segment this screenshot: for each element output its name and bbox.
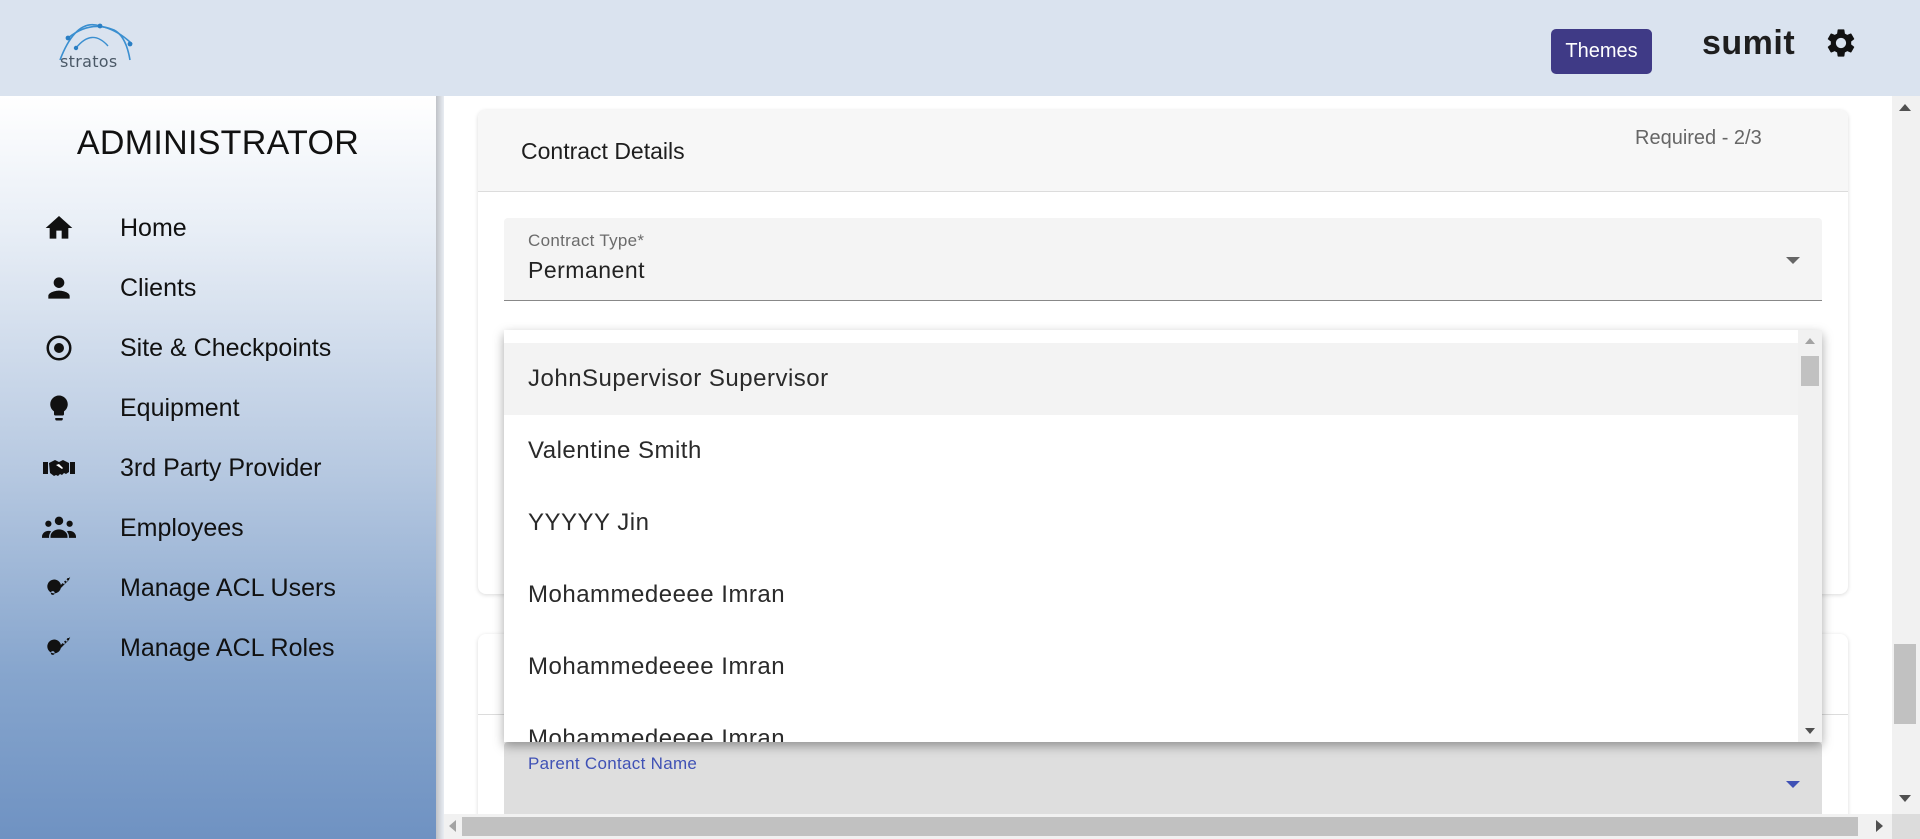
dropdown-scrollbar[interactable] — [1798, 330, 1822, 742]
sidebar-item-home[interactable]: Home — [0, 204, 436, 252]
dropdown-option[interactable]: Mohammedeeee Imran — [504, 631, 1798, 703]
lightbulb-icon — [42, 391, 76, 425]
scroll-left-icon[interactable] — [449, 820, 456, 832]
sidebar-item-manage-acl-roles[interactable]: Manage ACL Roles — [0, 624, 436, 672]
sidebar-item-clients[interactable]: Clients — [0, 264, 436, 312]
sidebar-item-label: 3rd Party Provider — [120, 453, 322, 482]
sidebar-item-label: Home — [120, 213, 187, 242]
person-icon — [42, 271, 76, 305]
home-icon — [42, 211, 76, 245]
sidebar-item-label: Equipment — [120, 393, 240, 422]
dropdown-option[interactable]: YYYYY Jin — [504, 487, 1798, 559]
parent-contact-name-select[interactable]: Parent Contact Name — [504, 742, 1822, 822]
scroll-down-icon[interactable] — [1805, 728, 1815, 734]
sidebar-item-employees[interactable]: Employees — [0, 504, 436, 552]
sidebar-item-manage-acl-users[interactable]: Manage ACL Users — [0, 564, 436, 612]
contract-type-label: Contract Type* — [528, 231, 645, 250]
sidebar-shadow — [436, 96, 444, 839]
dropdown-option[interactable]: Mohammedeeee Imran — [504, 559, 1798, 631]
sidebar-item-label: Clients — [120, 273, 197, 302]
parent-contact-name-label: Parent Contact Name — [528, 754, 698, 773]
page-vertical-scroll-thumb[interactable] — [1894, 644, 1916, 724]
page-horizontal-scroll-thumb[interactable] — [462, 817, 1858, 836]
target-icon — [42, 331, 76, 365]
scroll-down-icon[interactable] — [1899, 795, 1911, 802]
contract-type-select[interactable]: Contract Type* Permanent — [504, 218, 1822, 301]
sidebar-item-label: Employees — [120, 513, 244, 542]
logo-text: stratos — [60, 52, 118, 71]
dropdown-scroll-thumb[interactable] — [1801, 356, 1819, 386]
sidebar-item-3rd-party-provider[interactable]: 3rd Party Provider — [0, 444, 436, 492]
sidebar-item-label: Manage ACL Users — [120, 573, 336, 602]
required-counter: Required - 2/3 — [1635, 127, 1762, 149]
dropdown-option[interactable]: Valentine Smith — [504, 415, 1798, 487]
dropdown-option[interactable]: Mohammedeeee Imran — [504, 703, 1798, 742]
username[interactable]: sumit — [1702, 24, 1795, 63]
scroll-up-icon[interactable] — [1899, 104, 1911, 111]
key-icon — [42, 571, 76, 605]
chevron-down-icon[interactable] — [1786, 781, 1800, 788]
group-icon — [42, 511, 76, 545]
sidebar-item-equipment[interactable]: Equipment — [0, 384, 436, 432]
dropdown-panel: JohnSupervisor Supervisor Valentine Smit… — [504, 330, 1822, 742]
scroll-up-icon[interactable] — [1805, 338, 1815, 344]
sidebar-item-label: Site & Checkpoints — [120, 333, 332, 362]
chevron-down-icon[interactable] — [1786, 257, 1800, 264]
contract-type-value: Permanent — [528, 257, 646, 283]
card-title: Contract Details — [521, 138, 685, 164]
themes-button[interactable]: Themes — [1551, 29, 1652, 74]
gear-icon[interactable] — [1824, 26, 1858, 60]
scroll-right-icon[interactable] — [1876, 820, 1883, 832]
sidebar-title: ADMINISTRATOR — [76, 124, 360, 162]
dropdown-option[interactable]: JohnSupervisor Supervisor — [504, 343, 1798, 415]
sidebar-item-site-checkpoints[interactable]: Site & Checkpoints — [0, 324, 436, 372]
key-icon — [42, 631, 76, 665]
sidebar-item-label: Manage ACL Roles — [120, 633, 335, 662]
scrollbar-corner — [1892, 814, 1920, 839]
handshake-icon — [42, 451, 76, 485]
